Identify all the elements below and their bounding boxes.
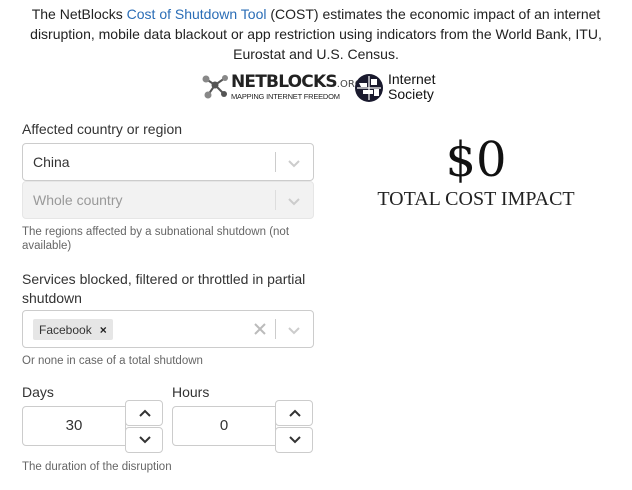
service-tag: Facebook × [33, 319, 113, 340]
chevron-up-icon [289, 409, 301, 417]
region-select: Whole country [22, 181, 314, 219]
chevron-down-icon [139, 436, 151, 444]
select-separator [275, 190, 276, 210]
select-separator [275, 319, 276, 339]
hours-label: Hours [172, 384, 210, 400]
netblocks-tagline: MAPPING INTERNET FREEDOM [231, 92, 340, 101]
services-label: Services blocked, filtered or throttled … [22, 271, 306, 306]
netblocks-network-icon [202, 75, 228, 99]
hours-increment-button[interactable] [275, 400, 313, 426]
chevron-down-icon [288, 198, 300, 206]
region-help: The regions affected by a subnational sh… [22, 226, 290, 252]
cost-result: $0 TOTAL COST IMPACT [370, 132, 582, 211]
chevron-down-icon [289, 436, 301, 444]
chevron-up-icon [139, 409, 151, 417]
region-value: Whole country [33, 192, 123, 208]
days-input[interactable]: 30 [22, 406, 126, 446]
days-label: Days [22, 384, 54, 400]
hours-decrement-button[interactable] [275, 427, 313, 453]
total-cost-label: TOTAL COST IMPACT [377, 188, 575, 210]
netblocks-title: NETBLOCKS.ORG [231, 72, 363, 92]
chevron-down-icon[interactable] [286, 322, 302, 338]
services-select[interactable]: Facebook × [22, 310, 314, 348]
chevron-down-icon[interactable] [286, 155, 302, 171]
country-label: Affected country or region [22, 121, 183, 137]
select-separator [275, 152, 276, 172]
hours-input[interactable]: 0 [172, 406, 276, 446]
remove-tag-icon[interactable]: × [100, 323, 107, 337]
intro-text: The NetBlocks Cost of Shutdown Tool (COS… [20, 4, 612, 64]
clear-icon[interactable] [253, 322, 267, 336]
partner-logos: NETBLOCKS.ORG MAPPING INTERNET FREEDOM I… [0, 68, 632, 108]
country-select[interactable]: China [22, 143, 314, 181]
service-tag-label: Facebook [39, 322, 92, 337]
internet-society-name: Internet Society [388, 71, 436, 102]
intro-before: The NetBlocks [31, 6, 127, 22]
globe-icon [355, 74, 383, 102]
total-cost-value: $0 [445, 132, 507, 188]
days-decrement-button[interactable] [125, 427, 163, 453]
country-value: China [33, 154, 70, 170]
services-help: Or none in case of a total shutdown [22, 355, 203, 367]
cost-tool-link[interactable]: Cost of Shutdown Tool [127, 6, 267, 22]
days-increment-button[interactable] [125, 400, 163, 426]
duration-help: The duration of the disruption [22, 461, 172, 473]
